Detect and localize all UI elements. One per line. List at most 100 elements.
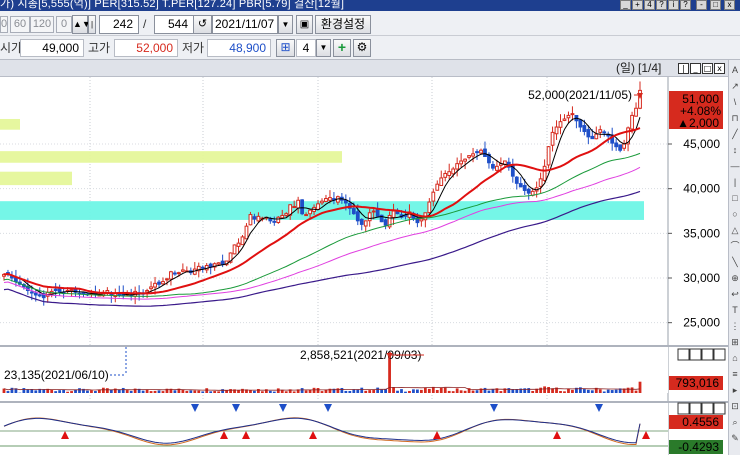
chevron-down-icon[interactable]: ▼ (278, 15, 293, 34)
volume-bar (364, 390, 368, 393)
drawing-tool-0-icon[interactable]: A (730, 64, 740, 76)
period-spin-icon[interactable]: ▲▼ (72, 15, 91, 34)
y-tick-label-1: 40,000 (683, 182, 720, 196)
drawing-tool-17-icon[interactable]: ⊞ (730, 336, 740, 348)
drawing-tool-3-icon[interactable]: ⊓ (730, 112, 740, 124)
volume-bar (475, 390, 479, 393)
volume-bar (638, 381, 642, 393)
drawing-tool-21-icon[interactable]: ⊡ (730, 400, 740, 412)
candle-body (542, 165, 547, 181)
drawing-tool-23-icon[interactable]: ✎ (730, 432, 740, 444)
osc-close-icon[interactable] (713, 402, 726, 415)
drawing-tool-20-icon[interactable]: ▸ (730, 384, 740, 396)
volume-bar (511, 389, 515, 393)
grid-chevron-down-icon[interactable]: ▼ (316, 39, 331, 57)
drawing-tool-8-icon[interactable]: □ (730, 192, 740, 204)
candle-body (538, 178, 543, 187)
titlebar-button-2[interactable]: + (632, 0, 643, 10)
period-button-0[interactable]: 0 (0, 16, 8, 33)
panel-close-icon[interactable]: x (714, 63, 725, 74)
period-button-custom[interactable]: 0 (56, 16, 72, 33)
osc-minimize-icon[interactable] (689, 402, 702, 415)
toolbar-ohlc: 시가 49,000 고가 52,000 저가 48,900 ⊞ 4 ▼ + ⚙ (0, 36, 740, 60)
volume-bar (185, 391, 189, 393)
chart-area: 45,000 40,000 35,000 30,000 25,000 51,000 +4.0… (0, 77, 728, 455)
drawing-tool-18-icon[interactable]: ⌂ (730, 352, 740, 364)
drawing-tool-4-icon[interactable]: ╱ (730, 128, 740, 140)
volume-bar (109, 389, 113, 393)
candle-body (391, 210, 396, 218)
drawing-tool-7-icon[interactable]: | (730, 176, 740, 188)
y-axis-area (668, 77, 728, 455)
volume-bar (272, 391, 276, 393)
save-icon[interactable]: ▣ (296, 15, 313, 34)
titlebar-help-button[interactable]: ? (680, 0, 691, 10)
drawing-tool-11-icon[interactable]: ⌒ (730, 240, 740, 252)
volume-bar (268, 390, 272, 393)
volume-bar (6, 391, 10, 393)
drawing-tool-10-icon[interactable]: △ (730, 224, 740, 236)
volume-minimize-icon[interactable] (689, 348, 702, 361)
volume-bar (471, 390, 475, 393)
titlebar-button-3[interactable]: 4 (644, 0, 655, 10)
close-button[interactable]: x (724, 0, 735, 10)
candle-body (459, 160, 464, 165)
add-indicator-icon[interactable]: + (333, 39, 351, 57)
date-input[interactable]: 2021/11/07 (212, 15, 278, 34)
drawing-tool-14-icon[interactable]: ↩ (730, 288, 740, 300)
osc-maximize-icon[interactable] (701, 402, 714, 415)
volume-bar (113, 388, 117, 393)
drawing-tool-22-icon[interactable]: ⌕ (730, 416, 740, 428)
drawing-tool-2-icon[interactable]: \ (730, 96, 740, 108)
volume-bar (435, 389, 439, 393)
drawing-tool-15-icon[interactable]: T (730, 304, 740, 316)
volume-split-icon[interactable] (677, 348, 690, 361)
drawing-tool-13-icon[interactable]: ⊕ (730, 272, 740, 284)
period-button-120[interactable]: 120 (30, 16, 54, 33)
volume-bar (10, 387, 14, 393)
minimize-button[interactable]: - (696, 0, 707, 10)
titlebar-button-4[interactable]: ? (656, 0, 667, 10)
candle-body (367, 212, 372, 222)
drawing-tool-5-icon[interactable]: ↕ (730, 144, 740, 156)
volume-bar (567, 388, 570, 393)
candle-body (53, 288, 58, 292)
volume-bar (571, 389, 574, 393)
volume-bar (229, 389, 232, 393)
drawing-tool-19-icon[interactable]: ≡ (730, 368, 740, 380)
maximize-button[interactable]: □ (710, 0, 721, 10)
candle-body (236, 242, 241, 247)
drawing-tool-9-icon[interactable]: ○ (730, 208, 740, 220)
current-count-input[interactable]: 242 (99, 15, 139, 34)
drawing-tool-12-icon[interactable]: ╲ (730, 256, 740, 268)
drawing-tool-1-icon[interactable]: ↗ (730, 80, 740, 92)
drawing-tool-16-icon[interactable]: ⋮ (730, 320, 740, 332)
grid-icon[interactable]: ⊞ (276, 39, 295, 57)
panel-maximize-icon[interactable]: □ (702, 63, 713, 74)
volume-maximize-icon[interactable] (701, 348, 714, 361)
volume-bar (105, 388, 109, 393)
candle-body (582, 125, 587, 132)
grid-count-field[interactable]: 4 (296, 39, 316, 57)
candle-body (240, 236, 245, 246)
chart-canvas[interactable]: 45,00040,00035,00030,00025,00051,000+4.0… (0, 77, 728, 455)
volume-bar (487, 390, 491, 393)
panel-split-icon[interactable]: | (678, 63, 689, 74)
divider-handle-icon[interactable]: | (88, 15, 96, 34)
volume-bar (392, 387, 395, 393)
titlebar-button-1[interactable]: _ (620, 0, 631, 10)
settings-button[interactable]: 환경설정 (315, 15, 371, 34)
volume-close-icon[interactable] (713, 348, 726, 361)
period-button-60[interactable]: 60 (10, 16, 30, 33)
drawing-tool-strip: A ↗ \ ⊓ ╱ ↕ — | □ ○ △ ⌒ ╲ ⊕ ↩ T ⋮ ⊞ ⌂ ≡ ▸ ⊡ ⌕ ✎ (728, 60, 740, 455)
drawing-tool-6-icon[interactable]: — (730, 160, 740, 172)
osc-split-icon[interactable] (677, 402, 690, 415)
titlebar-button-5[interactable]: i (668, 0, 679, 10)
total-count-field[interactable]: 544 (154, 15, 194, 34)
refresh-icon[interactable]: ↺ (193, 15, 212, 34)
volume-bar (610, 390, 614, 393)
panel-minimize-icon[interactable]: _ (690, 63, 701, 74)
config-gear-icon[interactable]: ⚙ (353, 39, 371, 57)
volume-bar (209, 391, 213, 393)
candle-body (518, 183, 523, 188)
